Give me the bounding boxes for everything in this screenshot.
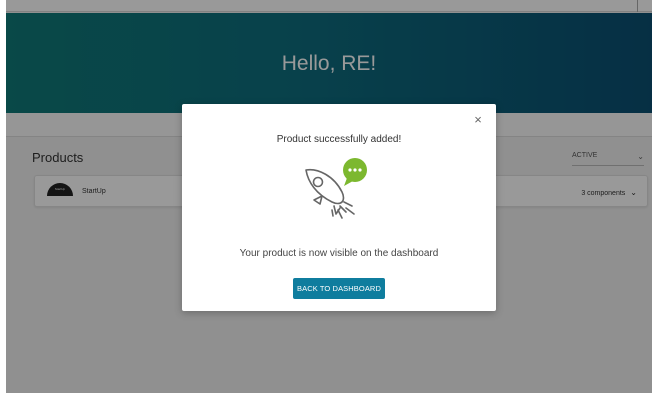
back-to-dashboard-button[interactable]: BACK TO DASHBOARD — [293, 278, 385, 299]
rocket-chat-bubble-icon — [305, 158, 367, 219]
close-icon[interactable]: × — [472, 113, 484, 126]
dialog-message: Your product is now visible on the dashb… — [239, 248, 439, 259]
success-dialog: × Product successfully added! Your produ… — [182, 104, 496, 311]
chat-bubble-icon — [343, 158, 367, 186]
dialog-title: Product successfully added! — [276, 134, 402, 145]
